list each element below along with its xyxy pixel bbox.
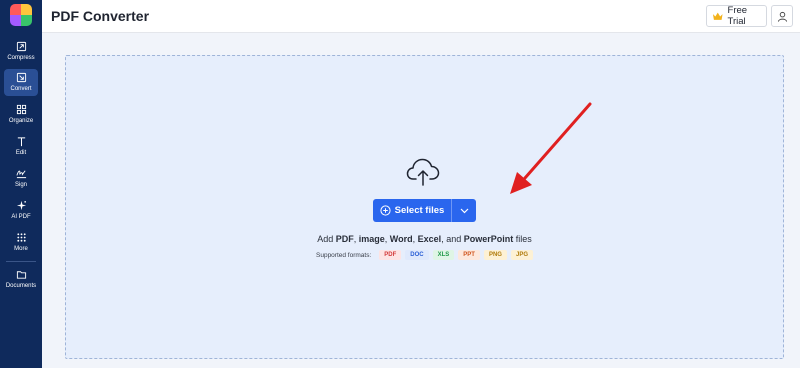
crown-icon <box>712 12 723 20</box>
format-badge: PPT <box>458 250 480 260</box>
supported-formats: Supported formats: PDF DOC XLS PPT PNG J… <box>66 250 783 260</box>
file-dropzone[interactable]: Select files Add PDF, image, Word, Excel… <box>65 55 784 359</box>
sidebar-item-more[interactable]: More <box>4 229 38 256</box>
grid-dots-icon <box>16 233 26 242</box>
format-badge: DOC <box>405 250 429 260</box>
source-dropdown-button[interactable] <box>452 199 476 222</box>
free-trial-button[interactable]: Free Trial <box>706 5 767 27</box>
signature-icon <box>15 170 26 179</box>
sidebar-item-ai-pdf[interactable]: AI PDF <box>4 197 38 224</box>
sidebar-item-label: Documents <box>5 283 37 289</box>
sidebar-item-label: Organize <box>8 118 34 124</box>
convert-icon <box>16 72 26 83</box>
sidebar-divider <box>6 261 36 262</box>
compress-icon <box>16 41 26 52</box>
sidebar-item-sign[interactable]: Sign <box>4 165 38 192</box>
select-files-group: Select files <box>373 199 476 222</box>
page-title: PDF Converter <box>51 8 150 24</box>
sidebar-item-convert[interactable]: Convert <box>4 69 38 96</box>
main-area: Select files Add PDF, image, Word, Excel… <box>42 33 800 368</box>
chevron-down-icon <box>460 208 468 213</box>
sidebar-item-label: AI PDF <box>11 214 31 220</box>
supported-formats-label: Supported formats: <box>316 251 372 259</box>
format-badge: XLS <box>432 250 455 260</box>
free-trial-label: Free Trial <box>727 5 748 27</box>
organize-icon <box>16 104 26 115</box>
user-icon <box>777 11 787 22</box>
sidebar-item-organize[interactable]: Organize <box>4 101 38 128</box>
select-files-button[interactable]: Select files <box>373 199 451 222</box>
sidebar-item-label: Compress <box>7 55 35 61</box>
top-header: PDF Converter Free Trial <box>42 0 800 33</box>
sidebar-item-label: More <box>14 246 28 252</box>
sidebar-item-documents[interactable]: Documents <box>4 266 38 293</box>
cloud-upload-icon <box>406 158 440 186</box>
sidebar-item-edit[interactable]: Edit <box>4 133 38 160</box>
app-logo[interactable] <box>10 4 32 26</box>
select-files-label: Select files <box>394 205 445 216</box>
sidebar: Compress Convert Organize Edit Sign AI P… <box>0 0 42 368</box>
format-badge: PDF <box>379 250 402 260</box>
sidebar-item-label: Sign <box>14 182 27 188</box>
account-button[interactable] <box>771 5 793 27</box>
sidebar-item-label: Convert <box>10 86 32 92</box>
plus-circle-icon <box>380 205 391 216</box>
edit-text-icon <box>17 137 25 147</box>
upload-description: Add PDF, image, Word, Excel, and PowerPo… <box>317 234 532 244</box>
format-badge: PNG <box>483 250 507 260</box>
sidebar-item-label: Edit <box>15 150 27 156</box>
sparkle-icon <box>16 200 26 211</box>
format-badge: JPG <box>510 250 533 260</box>
folder-icon <box>16 271 26 279</box>
sidebar-item-compress[interactable]: Compress <box>4 38 38 65</box>
